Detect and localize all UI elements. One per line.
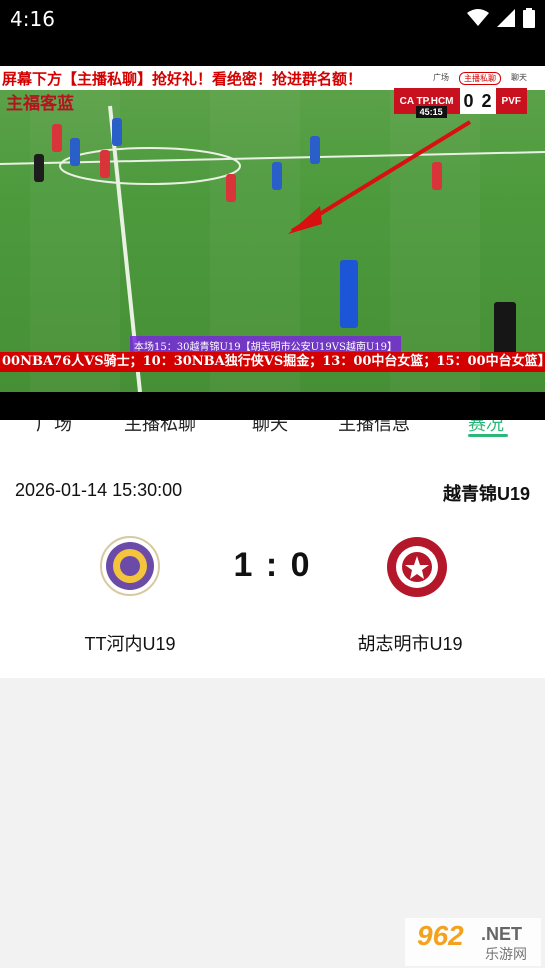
status-time: 4:16 bbox=[10, 7, 55, 31]
bottom-marquee: 00NBA76人VS骑士；10：30NBA独行侠VS掘金；13：00中台女篮；1… bbox=[0, 352, 545, 372]
match-clock: 45:15 bbox=[415, 106, 447, 118]
away-team-code: PVF bbox=[495, 88, 527, 114]
tab-chat[interactable]: 聊天 bbox=[252, 420, 288, 436]
hcmc-fc-logo bbox=[387, 537, 447, 597]
mini-tab: 广场 bbox=[433, 72, 449, 82]
watermark-suffix: .NET bbox=[481, 924, 523, 944]
match-score: 1 : 0 bbox=[233, 546, 312, 584]
away-team-name: 胡志明市U19 bbox=[357, 634, 463, 654]
battery-icon bbox=[523, 8, 535, 28]
match-datetime: 2026-01-14 15:30:00 bbox=[15, 480, 183, 500]
watermark-site: 乐游网 bbox=[485, 946, 527, 962]
site-watermark: 962 .NET 乐游网 bbox=[405, 918, 541, 966]
league-name: 越青锦U19 bbox=[442, 484, 530, 504]
tab-private-chat[interactable]: 主播私聊 bbox=[124, 420, 196, 436]
match-card: 2026-01-14 15:30:00 越青锦U19 1 : 0 TT河内U19… bbox=[0, 440, 545, 678]
mini-tabs: 广场 主播私聊 聊天 bbox=[433, 71, 545, 85]
active-tab-indicator bbox=[468, 434, 508, 437]
signal-icon bbox=[497, 9, 515, 27]
wifi-icon bbox=[467, 9, 489, 26]
mini-tab: 聊天 bbox=[511, 72, 527, 82]
stream-logo: 主福客蓝 bbox=[6, 94, 74, 114]
mini-tab: 主播私聊 bbox=[459, 71, 501, 85]
home-team-name: TT河内U19 bbox=[84, 634, 176, 654]
video-player[interactable]: 屏幕下方【主播私聊】抢好礼！看绝密！抢进群名额！ 广场 主播私聊 聊天 主福客蓝… bbox=[0, 38, 545, 420]
top-marquee-text: 屏幕下方【主播私聊】抢好礼！看绝密！抢进群名额！ bbox=[2, 69, 363, 88]
status-icons bbox=[467, 8, 535, 28]
watermark-brand: 962 bbox=[417, 920, 464, 951]
status-bar: 4:16 bbox=[0, 0, 545, 38]
tab-anchor-info[interactable]: 主播信息 bbox=[338, 420, 410, 436]
top-marquee: 屏幕下方【主播私聊】抢好礼！看绝密！抢进群名额！ 广场 主播私聊 聊天 bbox=[0, 66, 545, 90]
scoreboard: CA TP.HCM 0 2 PVF 45:15 bbox=[393, 88, 527, 118]
home-score: 0 bbox=[459, 88, 478, 114]
tab-bar: 广场 主播私聊 聊天 主播信息 赛况 bbox=[0, 420, 545, 440]
tab-square[interactable]: 广场 bbox=[36, 420, 72, 436]
away-score: 2 bbox=[477, 88, 496, 114]
